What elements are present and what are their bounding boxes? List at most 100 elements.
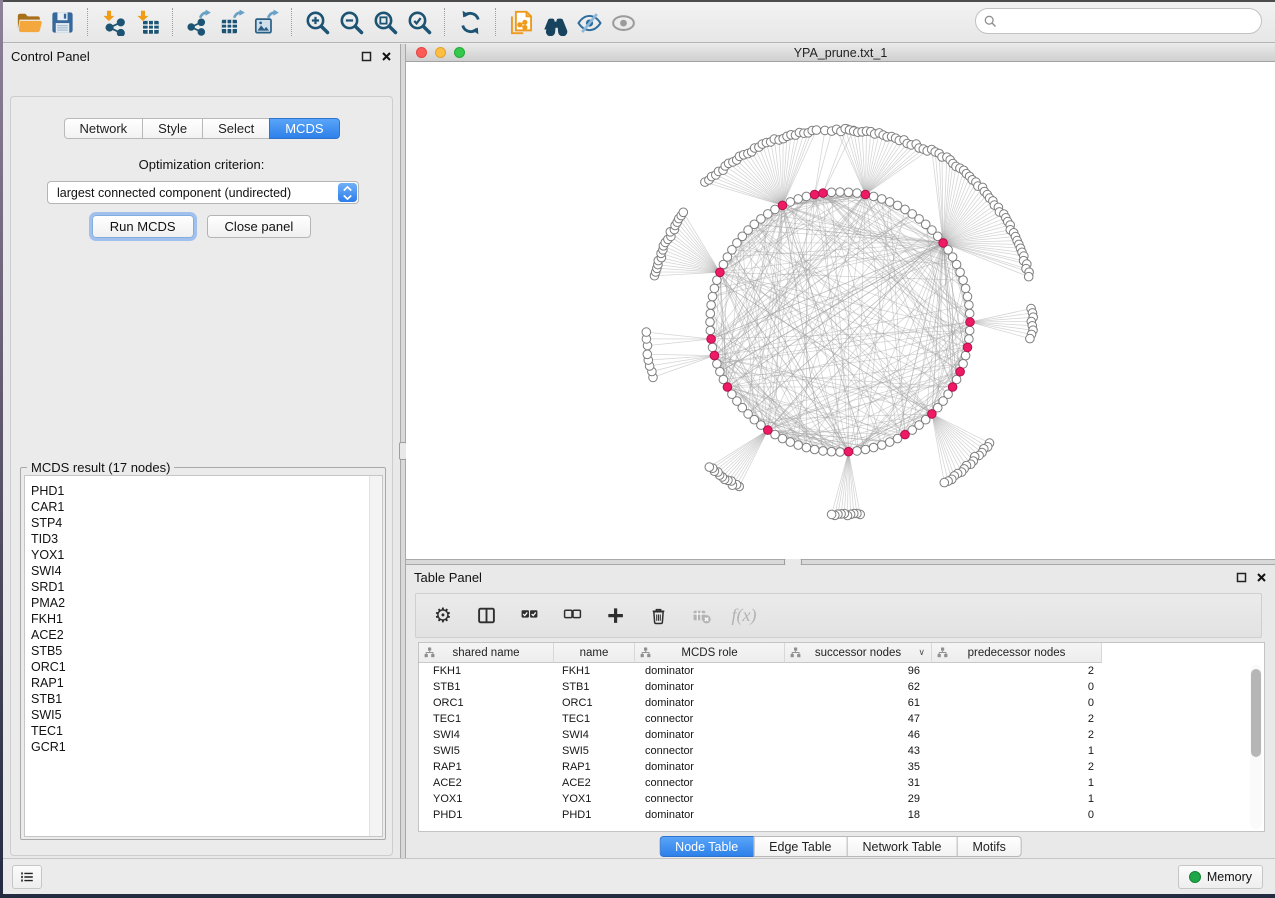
hide-selected-icon[interactable] bbox=[572, 7, 606, 37]
save-icon[interactable] bbox=[45, 7, 79, 37]
mcds-result-item[interactable]: TEC1 bbox=[31, 723, 382, 739]
column-header-shared-name[interactable]: shared name bbox=[419, 643, 554, 663]
refresh-icon[interactable] bbox=[453, 7, 487, 37]
table-cell: 47 bbox=[785, 711, 932, 727]
tab-network-table[interactable]: Network Table bbox=[847, 836, 957, 857]
table-row[interactable]: YOX1YOX1connector291 bbox=[419, 791, 1264, 807]
table-row[interactable]: STB1STB1dominator620 bbox=[419, 679, 1264, 695]
zoom-fit-icon[interactable] bbox=[368, 7, 402, 37]
column-header-name[interactable]: name bbox=[554, 643, 635, 663]
export-network-icon[interactable] bbox=[181, 7, 215, 37]
mcds-result-item[interactable]: RAP1 bbox=[31, 675, 382, 691]
toolbar-separator bbox=[172, 8, 173, 36]
clone-network-icon[interactable] bbox=[504, 7, 538, 37]
tab-mcds[interactable]: MCDS bbox=[269, 118, 339, 139]
toolbar-separator bbox=[444, 8, 445, 36]
delete-icon[interactable] bbox=[647, 605, 669, 627]
table-row[interactable]: ACE2ACE2connector311 bbox=[419, 775, 1264, 791]
network-canvas[interactable] bbox=[406, 62, 1275, 559]
table-row[interactable]: SWI5SWI5connector431 bbox=[419, 743, 1264, 759]
show-all-icon[interactable] bbox=[606, 7, 640, 37]
table-row[interactable]: RAP1RAP1dominator352 bbox=[419, 759, 1264, 775]
mcds-result-item[interactable]: STB1 bbox=[31, 691, 382, 707]
table-cell: 0 bbox=[932, 695, 1102, 711]
mcds-result-item[interactable]: CAR1 bbox=[31, 499, 382, 515]
column-header-predecessor-nodes[interactable]: predecessor nodes bbox=[932, 643, 1102, 663]
mcds-result-item[interactable]: SRD1 bbox=[31, 579, 382, 595]
deselect-all-icon[interactable] bbox=[561, 605, 583, 627]
table-cell: ACE2 bbox=[554, 775, 635, 791]
import-table-icon[interactable] bbox=[130, 7, 164, 37]
mcds-result-item[interactable]: TID3 bbox=[31, 531, 382, 547]
criterion-select-value: largest connected component (undirected) bbox=[48, 186, 338, 200]
open-file-icon[interactable] bbox=[11, 7, 45, 37]
mcds-result-item[interactable]: SWI4 bbox=[31, 563, 382, 579]
mcds-result-list[interactable]: PHD1CAR1STP4TID3YOX1SWI4SRD1PMA2FKH1ACE2… bbox=[24, 475, 383, 837]
task-list-button[interactable] bbox=[12, 865, 42, 889]
float-panel-icon[interactable] bbox=[1236, 572, 1247, 583]
table-row[interactable]: TEC1TEC1connector472 bbox=[419, 711, 1264, 727]
column-header-MCDS-role[interactable]: MCDS role bbox=[635, 643, 785, 663]
select-stepper-icon bbox=[338, 183, 357, 202]
search-input[interactable] bbox=[1002, 14, 1261, 28]
mcds-result-item[interactable]: YOX1 bbox=[31, 547, 382, 563]
import-network-icon[interactable] bbox=[96, 7, 130, 37]
table-row[interactable]: ORC1ORC1dominator610 bbox=[419, 695, 1264, 711]
tab-style[interactable]: Style bbox=[142, 118, 202, 139]
table-cell: connector bbox=[635, 711, 785, 727]
zoom-out-icon[interactable] bbox=[334, 7, 368, 37]
close-panel-icon[interactable] bbox=[381, 51, 392, 62]
table-toolbar: ⚙f(x) bbox=[415, 593, 1262, 638]
mcds-result-item[interactable]: FKH1 bbox=[31, 611, 382, 627]
mcds-result-item[interactable]: STB5 bbox=[31, 643, 382, 659]
table-row[interactable]: FKH1FKH1dominator962 bbox=[419, 663, 1264, 679]
mcds-tab-content: Optimization criterion: largest connecte… bbox=[10, 96, 393, 856]
close-panel-button[interactable]: Close panel bbox=[207, 215, 312, 238]
control-panel-titlebar: Control Panel bbox=[3, 44, 400, 68]
columns-icon[interactable] bbox=[475, 605, 497, 627]
mcds-result-item[interactable]: STP4 bbox=[31, 515, 382, 531]
table-cell: dominator bbox=[635, 679, 785, 695]
toolbar-separator bbox=[495, 8, 496, 36]
window-zoom-icon[interactable] bbox=[454, 47, 465, 58]
node-table[interactable]: shared namenameMCDS rolesuccessor nodes∨… bbox=[418, 642, 1265, 832]
tab-edge-table[interactable]: Edge Table bbox=[753, 836, 846, 857]
window-close-icon[interactable] bbox=[416, 47, 427, 58]
mcds-result-item[interactable]: ACE2 bbox=[31, 627, 382, 643]
close-panel-icon[interactable] bbox=[1256, 572, 1267, 583]
float-panel-icon[interactable] bbox=[361, 51, 372, 62]
zoom-in-icon[interactable] bbox=[300, 7, 334, 37]
mcds-result-item[interactable]: GCR1 bbox=[31, 739, 382, 755]
table-cell: 62 bbox=[785, 679, 932, 695]
table-scrollbar[interactable] bbox=[1250, 665, 1262, 829]
tab-node-table[interactable]: Node Table bbox=[659, 836, 753, 857]
zoom-selected-icon[interactable] bbox=[402, 7, 436, 37]
column-header-successor-nodes[interactable]: successor nodes∨ bbox=[785, 643, 932, 663]
tab-select[interactable]: Select bbox=[202, 118, 269, 139]
mcds-result-item[interactable]: ORC1 bbox=[31, 659, 382, 675]
memory-label: Memory bbox=[1207, 870, 1252, 884]
table-row[interactable]: PHD1PHD1dominator180 bbox=[419, 807, 1264, 823]
scrollbar-thumb[interactable] bbox=[1251, 669, 1261, 757]
mcds-result-item[interactable]: PMA2 bbox=[31, 595, 382, 611]
table-cell: 31 bbox=[785, 775, 932, 791]
criterion-select[interactable]: largest connected component (undirected) bbox=[47, 181, 359, 204]
mcds-result-item[interactable]: SWI5 bbox=[31, 707, 382, 723]
mcds-list-scrollbar[interactable] bbox=[369, 476, 382, 836]
export-table-icon[interactable] bbox=[215, 7, 249, 37]
add-icon[interactable] bbox=[604, 605, 626, 627]
settings-icon[interactable]: ⚙ bbox=[432, 605, 454, 627]
tab-network[interactable]: Network bbox=[63, 118, 142, 139]
tab-motifs[interactable]: Motifs bbox=[956, 836, 1021, 857]
export-image-icon[interactable] bbox=[249, 7, 283, 37]
find-icon[interactable] bbox=[538, 7, 572, 37]
table-row[interactable]: SWI4SWI4dominator462 bbox=[419, 727, 1264, 743]
select-all-icon[interactable] bbox=[518, 605, 540, 627]
control-panel: Control Panel NetworkStyleSelectMCDS Opt… bbox=[3, 44, 400, 858]
window-minimize-icon[interactable] bbox=[435, 47, 446, 58]
mcds-result-item[interactable]: PHD1 bbox=[31, 483, 382, 499]
memory-button[interactable]: Memory bbox=[1178, 865, 1263, 889]
mcds-result-title: MCDS result (17 nodes) bbox=[27, 460, 174, 475]
run-mcds-button[interactable]: Run MCDS bbox=[92, 215, 194, 238]
search-field[interactable] bbox=[975, 8, 1262, 34]
